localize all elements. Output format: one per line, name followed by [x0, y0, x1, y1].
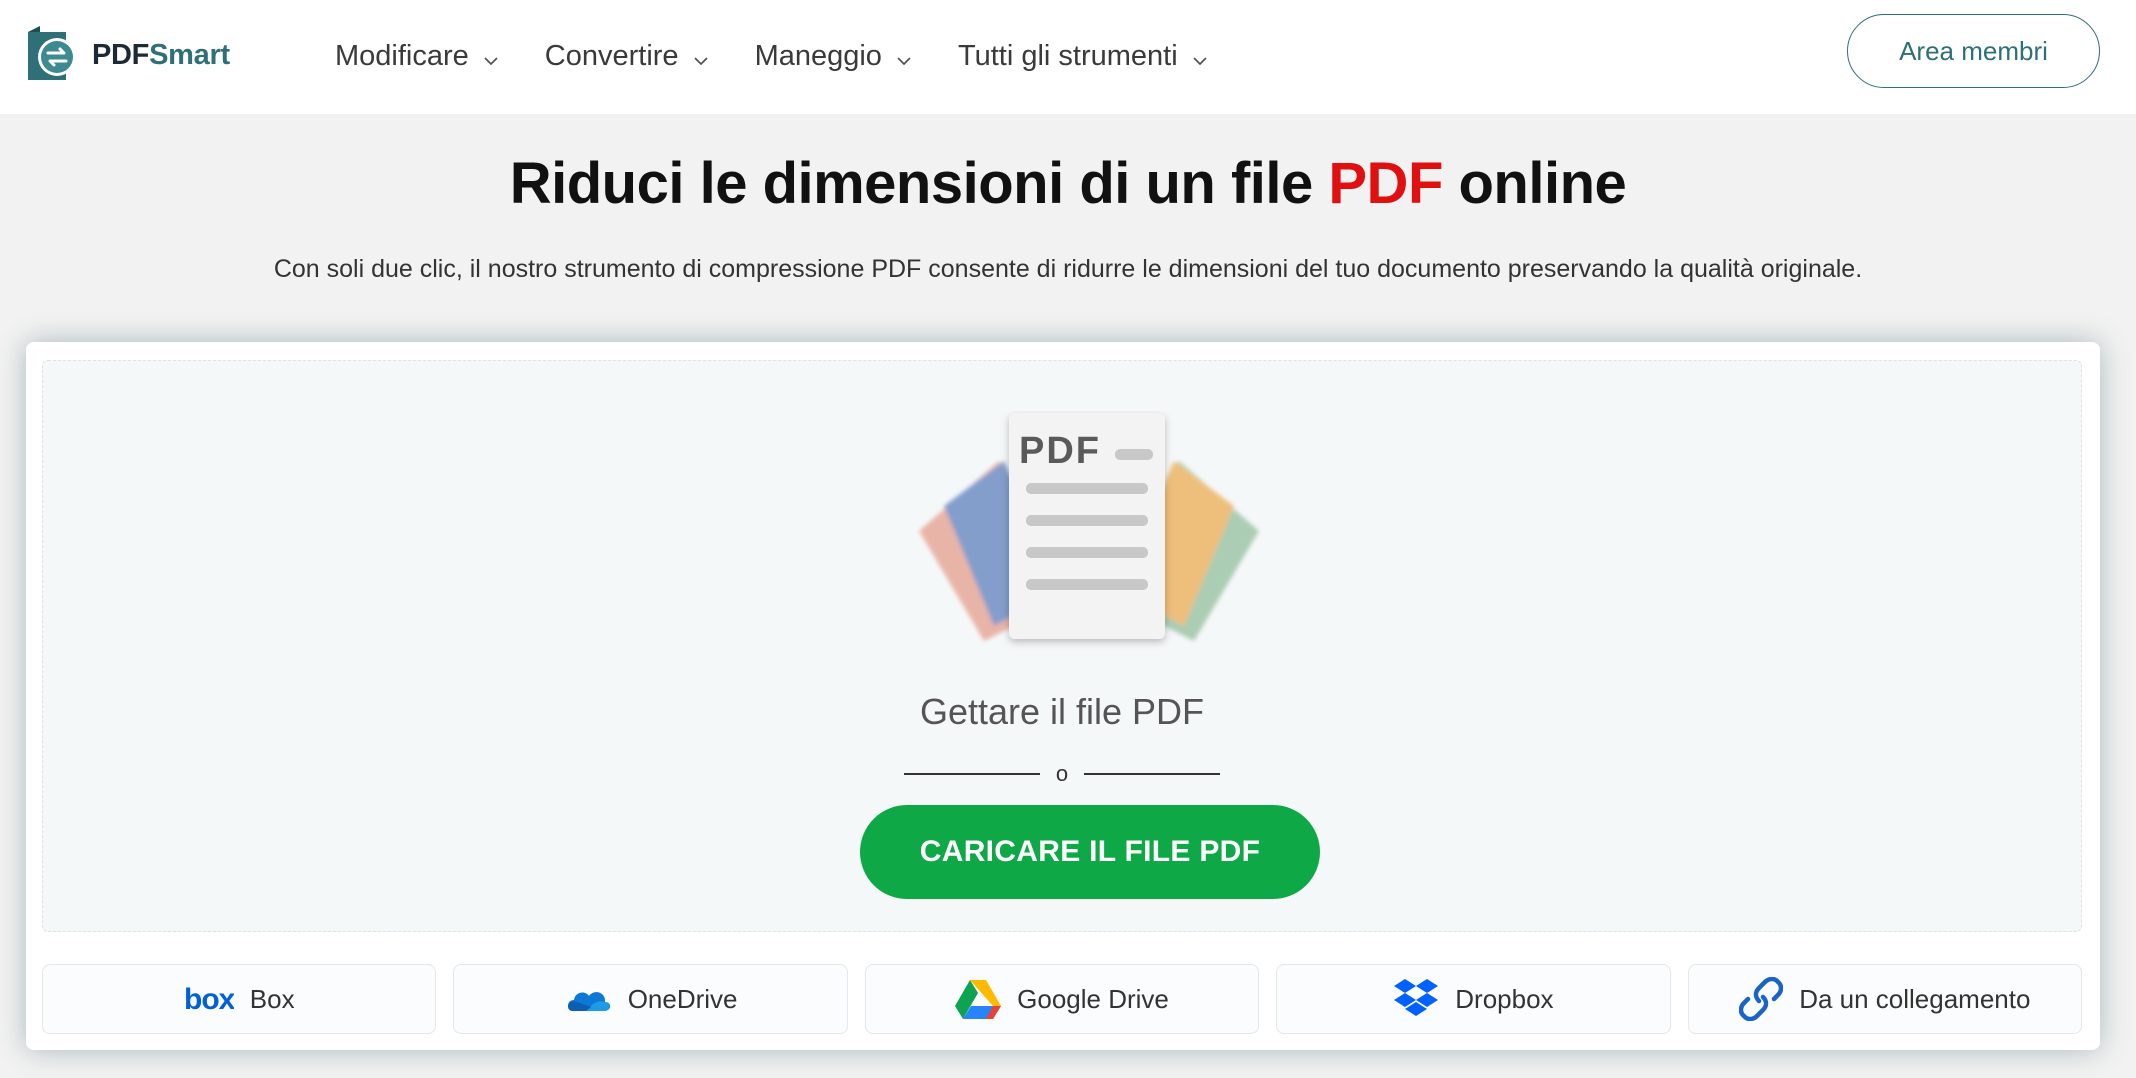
- chevron-down-icon: [1190, 46, 1210, 66]
- pdfsmart-logo[interactable]: PDFSmart: [26, 26, 230, 84]
- source-link-button[interactable]: Da un collegamento: [1687, 964, 2083, 1034]
- chevron-down-icon: [481, 46, 501, 66]
- dropbox-icon: [1393, 977, 1439, 1021]
- logo-icon: [26, 26, 84, 84]
- nav-label: Tutti gli strumenti: [957, 39, 1178, 72]
- or-text: o: [1055, 761, 1069, 786]
- area-membri-button[interactable]: Area membri: [1847, 14, 2100, 88]
- page-subtitle: Con soli due clic, il nostro strumento d…: [273, 255, 1863, 283]
- onedrive-icon: [564, 983, 612, 1015]
- drop-file-text: Gettare il file PDF: [919, 691, 1205, 732]
- nav-tutti-gli-strumenti[interactable]: Tutti gli strumenti: [958, 30, 1254, 82]
- chevron-down-icon: [894, 46, 914, 66]
- source-label: Dropbox: [1455, 983, 1554, 1014]
- source-label: Box: [249, 983, 295, 1014]
- source-label: OneDrive: [627, 983, 738, 1014]
- link-icon: [1739, 977, 1784, 1021]
- nav-maneggio[interactable]: Maneggio: [755, 30, 958, 82]
- illustration-pdf-label: PDF: [1019, 430, 1101, 472]
- chevron-down-icon: [691, 46, 711, 66]
- title-text: Riduci le dimensioni di un file: [509, 151, 1329, 216]
- source-label: Google Drive: [1017, 983, 1169, 1014]
- nav-modificare[interactable]: Modificare: [335, 30, 545, 82]
- source-label: Da un collegamento: [1799, 983, 2031, 1014]
- main-nav: Modificare Convertire Maneggio Tutti gli…: [335, 30, 1254, 82]
- logo-text: PDFSmart: [92, 38, 230, 71]
- file-drop-zone[interactable]: PDF Gettare il file PDF o CARICARE IL FI…: [42, 360, 2082, 932]
- cloud-sources: box Box OneDrive Google Drive Dropbox Da…: [42, 964, 2083, 1034]
- page-title: Riduci le dimensioni di un file PDF onli…: [0, 150, 2136, 217]
- source-google-drive-button[interactable]: Google Drive: [864, 964, 1260, 1034]
- pdf-files-illustration-icon: PDF: [889, 411, 1289, 651]
- source-dropbox-button[interactable]: Dropbox: [1276, 964, 1671, 1034]
- divider-line: [903, 773, 1040, 775]
- nav-label: Convertire: [544, 39, 679, 72]
- top-header: PDFSmart Modificare Convertire Maneggio …: [0, 0, 2136, 114]
- source-onedrive-button[interactable]: OneDrive: [453, 964, 848, 1034]
- svg-text:box: box: [184, 986, 234, 1012]
- title-text-end: online: [1442, 151, 1627, 216]
- divider-line: [1084, 773, 1221, 775]
- title-accent: PDF: [1328, 151, 1443, 216]
- upload-pdf-button[interactable]: CARICARE IL FILE PDF: [860, 805, 1320, 899]
- nav-label: Modificare: [335, 39, 469, 72]
- google-drive-icon: [955, 978, 1002, 1020]
- box-icon: box: [184, 986, 234, 1012]
- nav-label: Maneggio: [754, 39, 882, 72]
- source-box-button[interactable]: box Box: [42, 964, 437, 1034]
- nav-convertire[interactable]: Convertire: [545, 30, 755, 82]
- upload-card: PDF Gettare il file PDF o CARICARE IL FI…: [26, 342, 2100, 1050]
- or-divider: o: [43, 761, 2081, 787]
